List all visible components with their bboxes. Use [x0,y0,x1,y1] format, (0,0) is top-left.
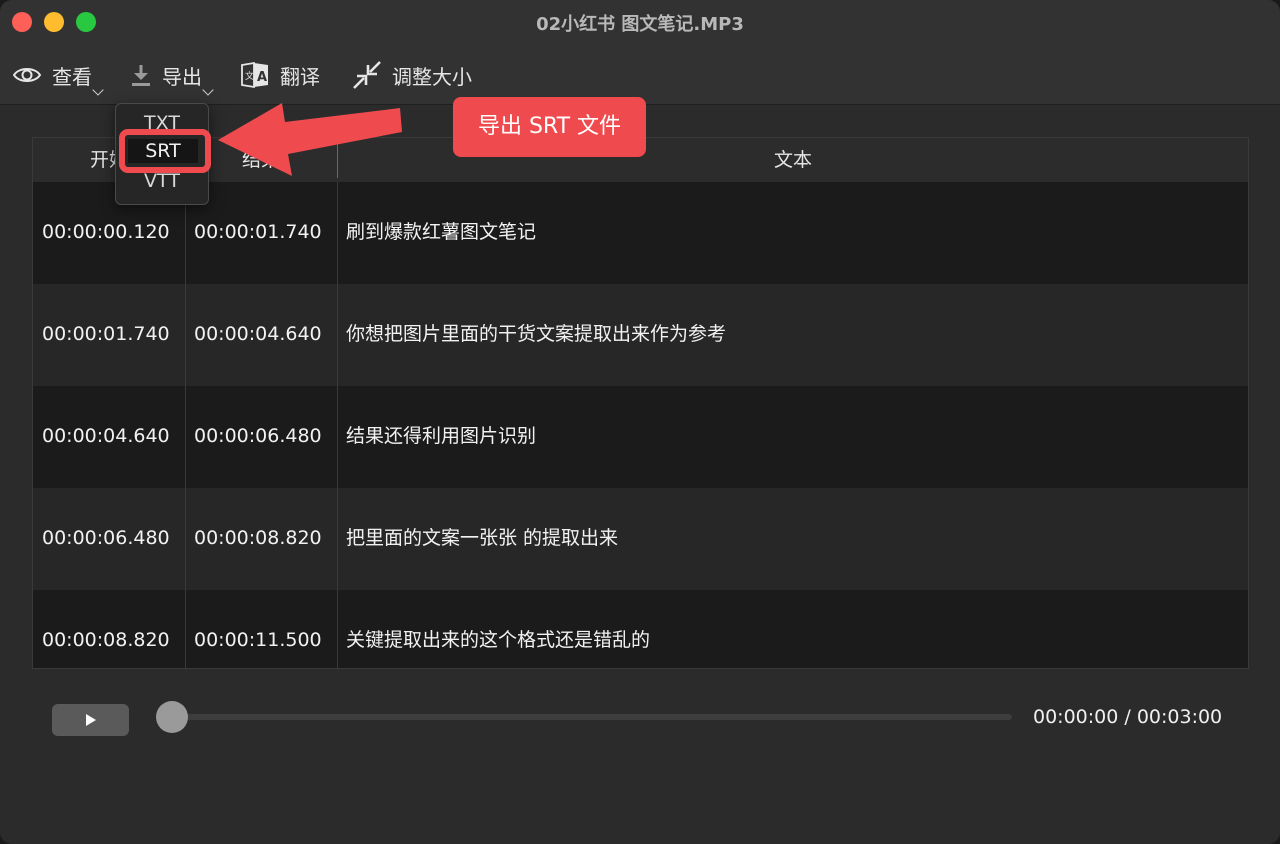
playback-slider[interactable] [172,714,1012,720]
play-icon [85,714,96,726]
slider-knob[interactable] [156,701,188,733]
app-window: 02小红书 图文笔记.MP3 查看 导出 文 A 翻译 调整大小 开始 文本 0… [0,0,1280,844]
time-readout: 00:00:00 / 00:03:00 [1033,706,1223,728]
play-button[interactable] [52,704,129,736]
annotation-callout: 导出 SRT 文件 [453,97,646,157]
